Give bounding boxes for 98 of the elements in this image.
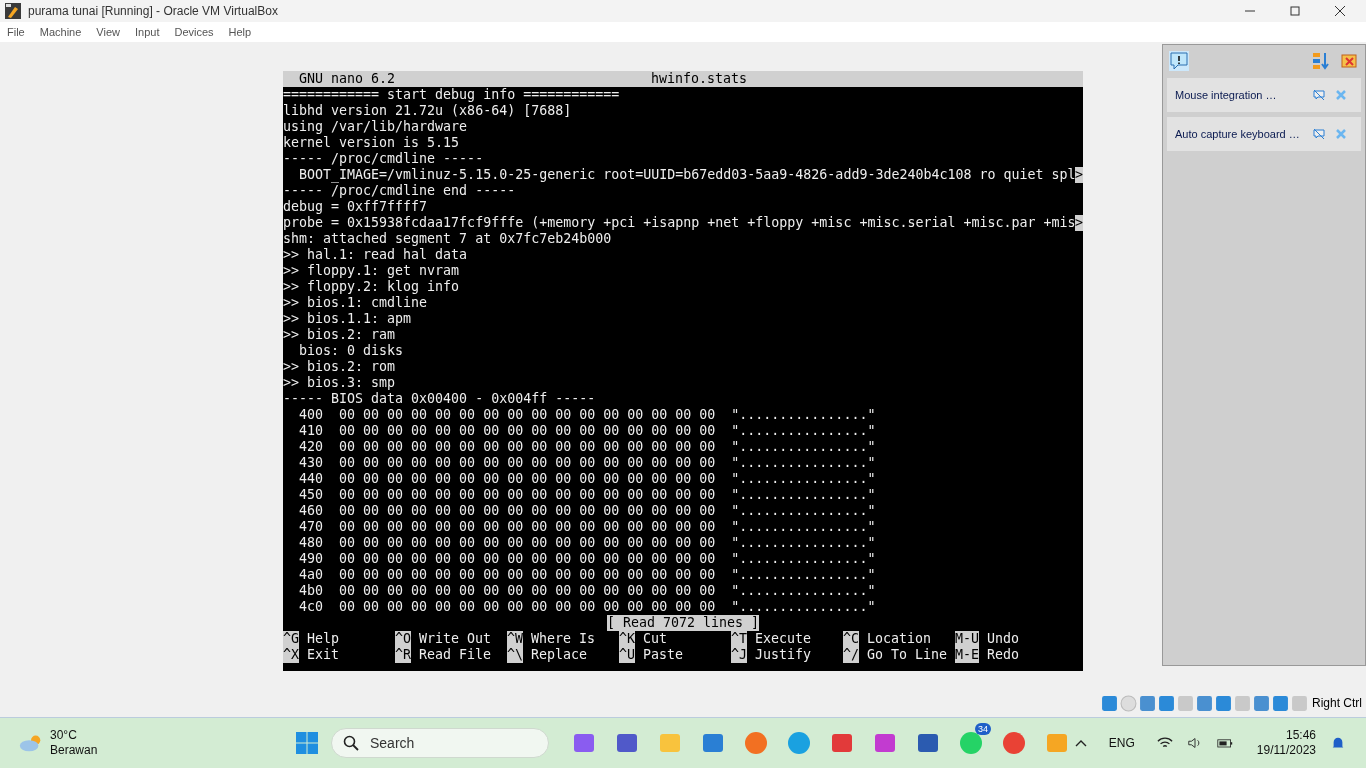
shortcut-label: Where Is: [531, 631, 596, 647]
terminal-line: ----- BIOS data 0x00400 - 0x004ff -----: [283, 391, 597, 407]
shortcut-label: Exit: [307, 647, 340, 663]
close-all-icon[interactable]: [1339, 51, 1359, 71]
shortcut-label: Read File: [419, 647, 492, 663]
terminal-line: 490 00 00 00 00 00 00 00 00 00 00 00 00 00 00 00 00 "................": [298, 551, 877, 567]
shortcut-label: Justify: [755, 647, 812, 663]
search-field[interactable]: Search: [331, 728, 549, 758]
weather-description: Berawan: [50, 743, 98, 758]
terminal-line: >> bios.1.1: apm: [283, 311, 413, 327]
battery-icon[interactable]: [1216, 736, 1233, 750]
shortcut-key: ^J: [731, 647, 747, 663]
mute-icon[interactable]: [1313, 128, 1325, 140]
shortcut-key: ^R: [395, 647, 411, 663]
shortcut-key: ^W: [507, 631, 523, 647]
notification-item[interactable]: Auto capture keyboard …: [1167, 117, 1361, 151]
menu-item[interactable]: Machine: [39, 26, 82, 38]
notification-item[interactable]: Mouse integration …: [1167, 78, 1361, 112]
app-version: GNU nano 6.2: [299, 71, 396, 87]
terminal-line: BOOT_IMAGE=/vmlinuz-5.15.0-25-generic root=UUID=b67edd03-5aa9-4826-add9-3de240b4c108 ro quiet spl: [298, 167, 1075, 183]
shortcut-key: M-E: [955, 647, 980, 663]
temperature: 30°C: [50, 728, 78, 743]
shortcut-key: ^O: [395, 631, 411, 647]
shortcut-key: M-U: [955, 631, 980, 647]
menu-item[interactable]: File: [7, 26, 25, 38]
shortcut-label: Undo: [987, 631, 1020, 647]
status-message: [ Read 7072 lines ]: [606, 615, 760, 631]
terminal-line: 430 00 00 00 00 00 00 00 00 00 00 00 00 00 00 00 00 "................": [298, 455, 877, 471]
menu-item[interactable]: Input: [134, 26, 160, 38]
terminal-line: >> bios.1: cmdline: [283, 295, 429, 311]
close-icon[interactable]: [1335, 6, 1345, 16]
terminal-line: 410 00 00 00 00 00 00 00 00 00 00 00 00 00 00 00 00 "................": [298, 423, 877, 439]
shortcut-label: Replace: [531, 647, 588, 663]
optical-disc-icon[interactable]: [1120, 694, 1137, 712]
menu-item[interactable]: Help: [228, 26, 252, 38]
host-key-label: Right Ctrl: [1312, 696, 1362, 710]
clock-time[interactable]: 15:46: [1285, 728, 1316, 743]
terminal-line: using /var/lib/hardware: [283, 119, 469, 135]
shortcut-key: ^X: [283, 647, 299, 663]
chevron-up-icon[interactable]: [1074, 739, 1087, 747]
terminal-line: 420 00 00 00 00 00 00 00 00 00 00 00 00 00 00 00 00 "................": [298, 439, 877, 455]
file-name: hwinfo.stats: [651, 71, 748, 87]
terminal-line: 4b0 00 00 00 00 00 00 00 00 00 00 00 00 00 00 00 00 "................": [298, 583, 877, 599]
overflow-marker: >: [1075, 167, 1083, 183]
shortcut-label: Cut: [643, 631, 668, 647]
terminal-line: 480 00 00 00 00 00 00 00 00 00 00 00 00 00 00 00 00 "................": [298, 535, 877, 551]
shortcut-key: ^K: [619, 631, 635, 647]
terminal-line: ----- /proc/cmdline -----: [283, 151, 485, 167]
shortcut-label: Go To Line: [867, 647, 948, 663]
terminal-line: >> floppy.2: klog info: [283, 279, 461, 295]
shortcut-key: ^T: [731, 631, 747, 647]
shortcut-key: ^C: [843, 631, 859, 647]
terminal-line: >> bios.3: smp: [283, 375, 397, 391]
shortcut-label: Write Out: [419, 631, 492, 647]
terminal-line: 450 00 00 00 00 00 00 00 00 00 00 00 00 00 00 00 00 "................": [298, 487, 877, 503]
terminal-line: ----- /proc/cmdline end -----: [283, 183, 517, 199]
overflow-marker: >: [1075, 215, 1083, 231]
speech-bubble-icon[interactable]: [1169, 51, 1189, 71]
shortcut-key: ^/: [843, 647, 859, 663]
menu-item[interactable]: Devices: [174, 26, 214, 38]
terminal-line: >> floppy.1: get nvram: [283, 263, 461, 279]
shortcut-label: Help: [307, 631, 340, 647]
shortcut-key: ^U: [619, 647, 635, 663]
shortcut-label: Paste: [643, 647, 684, 663]
notification-badge: 34: [975, 723, 991, 735]
terminal-line: probe = 0x15938fcdaa17fcf9fffe (+memory +pci +isapnp +net +floppy +misc +misc.serial +misc.par +mis: [283, 215, 1075, 231]
terminal-line: 4a0 00 00 00 00 00 00 00 00 00 00 00 00 00 00 00 00 "................": [298, 567, 877, 583]
terminal-line: >> bios.2: rom: [283, 359, 397, 375]
window-title: purama tunai [Running] - Oracle VM VirtualBox: [28, 4, 279, 18]
mute-icon[interactable]: [1313, 89, 1325, 101]
menu-item[interactable]: View: [96, 26, 120, 38]
shortcut-label: Location: [867, 631, 932, 647]
notification-text: Mouse integration …: [1175, 89, 1278, 101]
notification-text: Auto capture keyboard …: [1175, 128, 1301, 140]
terminal-line: debug = 0xff7ffff7: [283, 199, 429, 215]
terminal-line: 470 00 00 00 00 00 00 00 00 00 00 00 00 00 00 00 00 "................": [298, 519, 877, 535]
maximize-icon[interactable]: [1290, 6, 1300, 16]
terminal-line: >> bios.2: ram: [283, 327, 397, 343]
search-icon: [343, 735, 359, 751]
terminal-line: 4c0 00 00 00 00 00 00 00 00 00 00 00 00 00 00 00 00 "................": [298, 599, 877, 615]
terminal-line: bios: 0 disks: [298, 343, 405, 359]
shortcut-key: ^\: [507, 647, 523, 663]
terminal-line: shm: attached segment 7 at 0x7fc7eb24b000: [283, 231, 613, 247]
shortcut-label: Redo: [987, 647, 1020, 663]
shortcut-label: Execute: [755, 631, 812, 647]
language-indicator[interactable]: ENG: [1108, 736, 1135, 750]
sort-down-icon[interactable]: [1311, 51, 1331, 71]
terminal-line: kernel version is 5.15: [283, 135, 461, 151]
shortcut-key: ^G: [283, 631, 299, 647]
clock-date[interactable]: 19/11/2023: [1256, 743, 1316, 758]
terminal-line: 400 00 00 00 00 00 00 00 00 00 00 00 00 00 00 00 00 "................": [298, 407, 877, 423]
wifi-icon[interactable]: [1156, 736, 1173, 750]
terminal-line: 460 00 00 00 00 00 00 00 00 00 00 00 00 00 00 00 00 "................": [298, 503, 877, 519]
terminal-line: 440 00 00 00 00 00 00 00 00 00 00 00 00 00 00 00 00 "................": [298, 471, 877, 487]
terminal-line: libhd version 21.72u (x86-64) [7688]: [283, 103, 573, 119]
windows-start-icon[interactable]: [295, 731, 319, 755]
terminal-line: >> hal.1: read hal data: [283, 247, 469, 263]
terminal-line: ============ start debug info ============: [283, 87, 621, 103]
